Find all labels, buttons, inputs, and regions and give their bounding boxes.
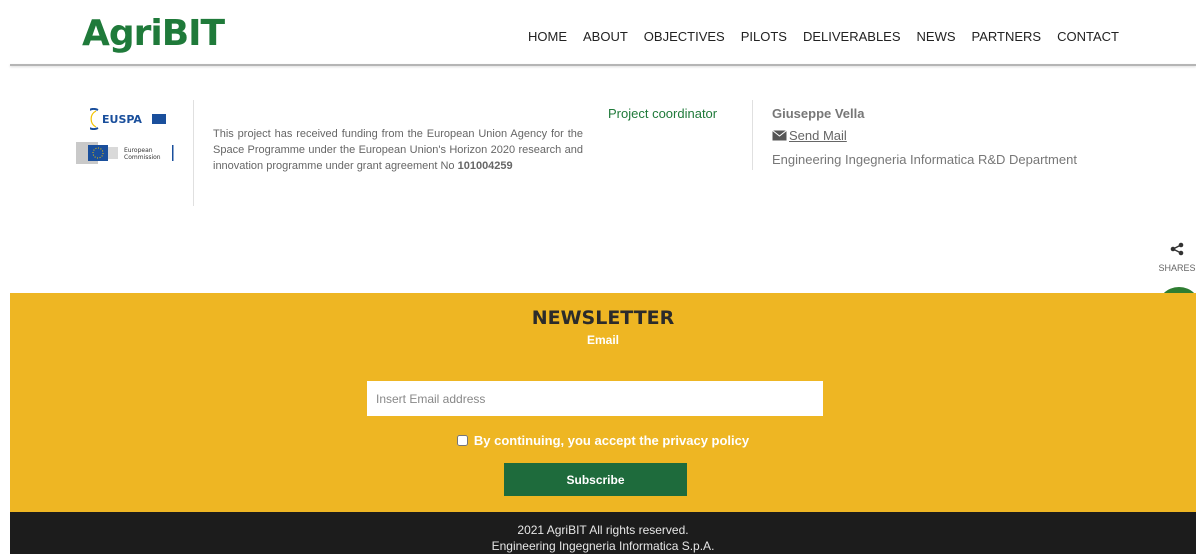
funding-logos: EUSPA European Commission bbox=[76, 108, 176, 164]
project-coordinator-label: Project coordinator bbox=[608, 106, 718, 121]
coordinator-name: Giuseppe Vella bbox=[772, 106, 865, 121]
nav-home[interactable]: HOME bbox=[528, 29, 567, 45]
grant-number: 101004259 bbox=[457, 160, 513, 172]
email-label: Email bbox=[586, 333, 619, 347]
envelope-icon bbox=[772, 130, 787, 141]
email-input[interactable] bbox=[367, 381, 823, 416]
share-widget[interactable]: SHARES bbox=[1158, 242, 1196, 273]
logo-text: AgriBIT bbox=[82, 13, 225, 54]
divider bbox=[752, 100, 753, 170]
site-logo[interactable]: AgriBIT bbox=[82, 13, 225, 54]
nav-about[interactable]: ABOUT bbox=[583, 29, 628, 45]
nav-partners[interactable]: PARTNERS bbox=[972, 29, 1042, 45]
site-header: AgriBIT HOME ABOUT OBJECTIVES PILOTS DEL… bbox=[0, 0, 1196, 66]
nav-objectives[interactable]: OBJECTIVES bbox=[644, 29, 725, 45]
nav-deliverables[interactable]: DELIVERABLES bbox=[803, 29, 901, 45]
send-mail-label: Send Mail bbox=[789, 128, 847, 143]
euspa-logo-text: EUSPA bbox=[102, 113, 142, 126]
share-label: SHARES bbox=[1158, 263, 1196, 273]
nav-contact[interactable]: CONTACT bbox=[1057, 29, 1119, 45]
ec-logo-text-1: European bbox=[124, 147, 153, 154]
site-footer: 2021 AgriBIT All rights reserved. Engine… bbox=[10, 512, 1196, 554]
funding-statement: This project has received funding from t… bbox=[213, 126, 583, 174]
european-commission-logo: European Commission bbox=[76, 142, 174, 164]
main-nav: HOME ABOUT OBJECTIVES PILOTS DELIVERABLE… bbox=[528, 29, 1135, 45]
newsletter-section: NEWSLETTER Email By continuing, you acce… bbox=[10, 293, 1196, 512]
privacy-checkbox[interactable] bbox=[456, 435, 468, 446]
privacy-consent: By continuing, you accept the privacy po… bbox=[10, 433, 1196, 448]
ec-logo-text-2: Commission bbox=[124, 154, 161, 161]
funding-text: This project has received funding from t… bbox=[213, 128, 583, 172]
send-mail-link[interactable]: Send Mail bbox=[772, 128, 847, 143]
nav-pilots[interactable]: PILOTS bbox=[741, 29, 787, 45]
newsletter-title: NEWSLETTER bbox=[531, 307, 675, 329]
copyright-text: 2021 AgriBIT All rights reserved. bbox=[517, 523, 689, 537]
share-icon bbox=[1170, 242, 1184, 256]
privacy-consent-label[interactable]: By continuing, you accept the privacy po… bbox=[474, 433, 749, 448]
subscribe-button[interactable]: Subscribe bbox=[504, 463, 687, 496]
divider bbox=[193, 100, 194, 206]
company-text: Engineering Ingegneria Informatica S.p.A… bbox=[491, 539, 715, 553]
nav-news[interactable]: NEWS bbox=[917, 29, 956, 45]
header-divider bbox=[10, 64, 1196, 66]
euspa-logo: EUSPA bbox=[90, 108, 166, 130]
coordinator-organization: Engineering Ingegneria Informatica R&D D… bbox=[772, 152, 1077, 167]
